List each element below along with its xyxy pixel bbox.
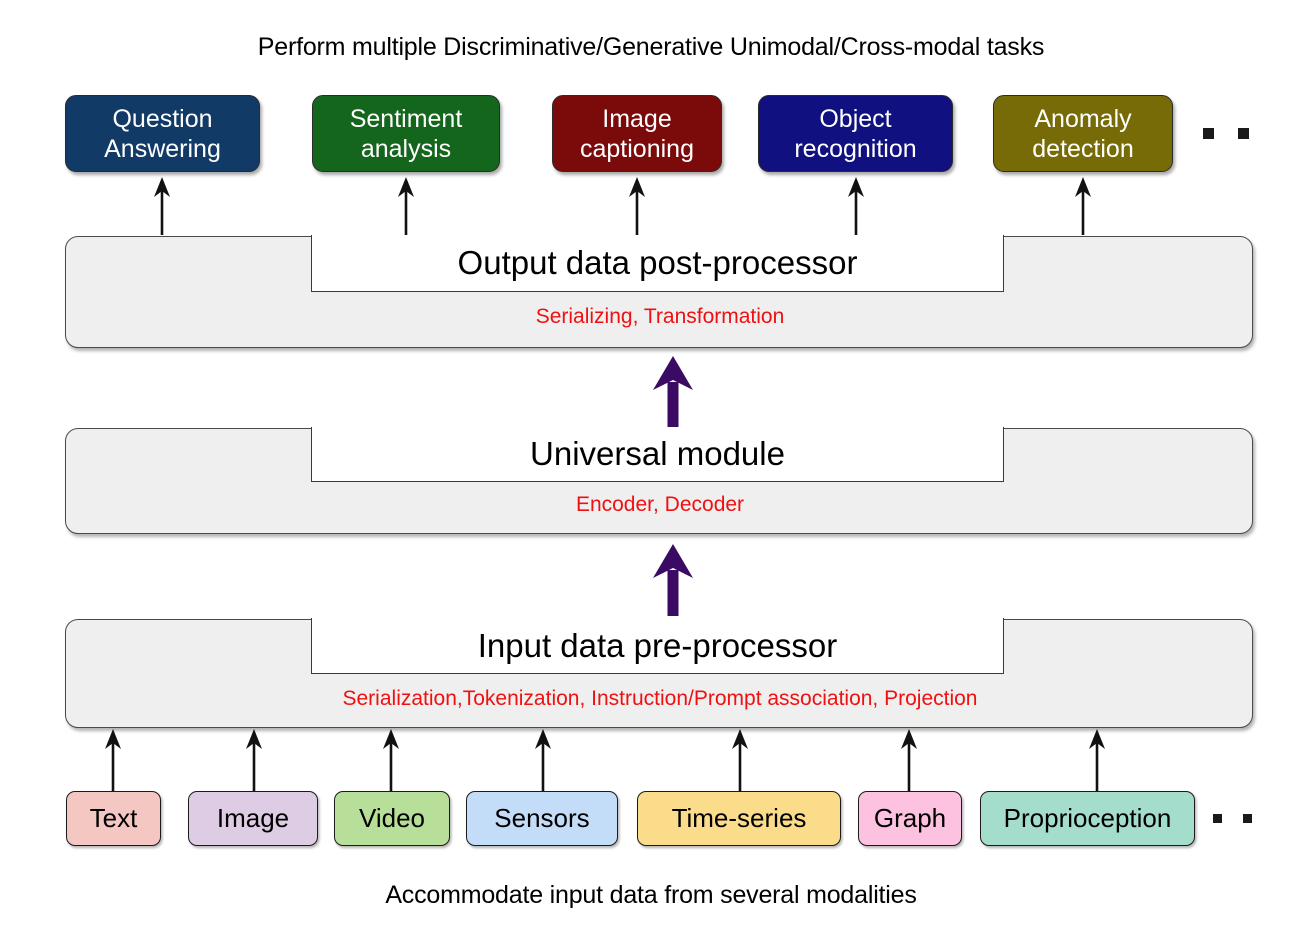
task-label-line2: detection — [1032, 134, 1134, 163]
arrow-from-time-series — [731, 729, 749, 791]
block-label-input-pre-processor: Input data pre-processor — [311, 618, 1004, 675]
task-label-line1: Anomaly — [1034, 104, 1132, 133]
task-label-line2: analysis — [360, 134, 452, 163]
modality-box-sensors[interactable]: Sensors — [466, 791, 618, 846]
block-label-output-post-processor: Output data post-processor — [311, 235, 1004, 293]
modality-label: Image — [216, 803, 290, 833]
modality-label: Proprioception — [1003, 803, 1172, 833]
modality-box-time-series[interactable]: Time-series — [637, 791, 841, 846]
arrow-from-video — [382, 729, 400, 791]
modality-label: Graph — [873, 803, 947, 833]
block-subtitle-input-pre-processor: Serialization,Tokenization, Instruction/… — [342, 687, 978, 710]
top-caption: Perform multiple Discriminative/Generati… — [257, 33, 1045, 61]
task-label-line2: Answering — [104, 134, 221, 163]
task-label-line1: Sentiment — [349, 104, 463, 133]
task-label-line2: recognition — [794, 134, 917, 163]
arrow-to-image-captioning — [628, 177, 646, 235]
block-label-universal-module: Universal module — [311, 427, 1004, 483]
arrow-to-object-recognition — [847, 177, 865, 235]
modality-box-video[interactable]: Video — [334, 791, 450, 846]
task-ellipsis-icon — [1203, 128, 1273, 139]
arrow-preprocessor-to-universal — [651, 544, 695, 616]
task-label-line1: Object — [819, 104, 892, 133]
arrow-to-sentiment-analysis — [397, 177, 415, 235]
modality-label: Text — [89, 803, 138, 833]
arrow-from-image — [245, 729, 263, 791]
task-label-line2: captioning — [580, 134, 694, 163]
modality-label: Video — [358, 803, 426, 833]
modality-box-proprioception[interactable]: Proprioception — [980, 791, 1195, 846]
arrow-from-text — [104, 729, 122, 791]
block-output-post-processor[interactable]: Output data post-processor Serializing, … — [65, 235, 1253, 348]
block-subtitle-output-post-processor: Serializing, Transformation — [535, 305, 785, 328]
arrow-to-anomaly-detection — [1074, 177, 1092, 235]
task-box-anomaly-detection[interactable]: Anomaly detection — [993, 95, 1173, 172]
modality-ellipsis-icon — [1213, 814, 1273, 823]
arrow-from-graph — [900, 729, 918, 791]
block-input-pre-processor[interactable]: Input data pre-processor Serialization,T… — [65, 618, 1253, 728]
arrow-universal-to-postprocessor — [651, 356, 695, 428]
modality-box-graph[interactable]: Graph — [858, 791, 962, 846]
bottom-caption: Accommodate input data from several moda… — [385, 881, 917, 909]
task-box-question-answering[interactable]: Question Answering — [65, 95, 260, 172]
task-label-line1: Image — [602, 104, 672, 133]
modality-label: Time-series — [671, 803, 807, 833]
task-label-line1: Question — [112, 104, 213, 133]
diagram-canvas: Perform multiple Discriminative/Generati… — [0, 0, 1302, 928]
block-subtitle-universal-module: Encoder, Decoder — [575, 493, 745, 516]
arrow-from-proprioception — [1088, 729, 1106, 791]
modality-box-image[interactable]: Image — [188, 791, 318, 846]
task-box-sentiment-analysis[interactable]: Sentiment analysis — [312, 95, 500, 172]
arrow-to-question-answering — [153, 177, 171, 235]
task-box-object-recognition[interactable]: Object recognition — [758, 95, 953, 172]
task-box-image-captioning[interactable]: Image captioning — [552, 95, 722, 172]
arrow-from-sensors — [534, 729, 552, 791]
modality-box-text[interactable]: Text — [66, 791, 161, 846]
modality-label: Sensors — [494, 803, 590, 833]
block-universal-module[interactable]: Universal module Encoder, Decoder — [65, 427, 1253, 534]
